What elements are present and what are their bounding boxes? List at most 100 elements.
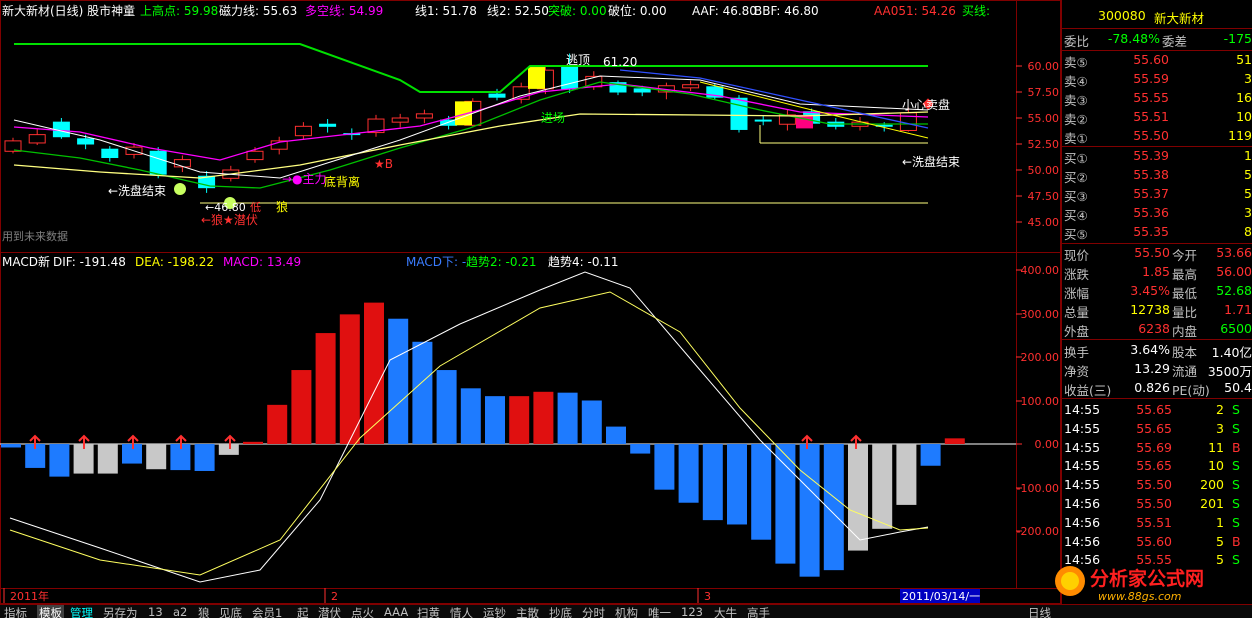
tick-volume: 2 [1216, 402, 1224, 417]
price-axis-label: 45.00 [1028, 216, 1060, 229]
quote-cell: 55.60 [1133, 52, 1169, 67]
bottom-tab[interactable]: 模板 [37, 605, 64, 618]
tick-volume: 201 [1200, 496, 1224, 511]
quote-title: 300080 新大新材 [1062, 7, 1252, 26]
order-ratio-row: 委比 -78.48% 委差 -175 [1062, 30, 1252, 49]
stock-code: 300080 [1098, 8, 1146, 23]
quote-cell: 卖③ [1064, 93, 1088, 108]
macd-bar [339, 314, 360, 444]
price-axis-label: 47.50 [1028, 190, 1060, 203]
quote-cell: 卖⑤ [1064, 55, 1088, 70]
stat-row: 净资 13.29 流通 3500万 [1062, 360, 1252, 379]
macd-bar [727, 444, 747, 525]
bottom-tab[interactable]: 运钞 [483, 605, 506, 618]
bottom-tab[interactable]: 起 [297, 605, 309, 618]
bottom-tab[interactable]: 另存为 [103, 605, 138, 618]
quote-cell: 6238 [1138, 321, 1170, 336]
tick-price: 55.65 [1136, 458, 1172, 474]
macd-value: MACD下: - [406, 255, 466, 269]
quote-cell: 119 [1228, 128, 1252, 143]
quote-cell: 16 [1236, 90, 1252, 105]
indicator-value: BBF: 46.80 [754, 4, 819, 18]
quote-cell: 3.45% [1130, 283, 1170, 298]
time-axis-label: 2011年 [10, 589, 49, 603]
bottom-tab[interactable]: AAA [384, 605, 408, 618]
bottom-tab[interactable]: 扫黄 [417, 605, 440, 618]
macd-bar [678, 444, 699, 503]
quote-cell: 最低 [1172, 286, 1198, 301]
bottom-tab[interactable]: 点火 [351, 605, 374, 618]
candle [173, 155, 191, 173]
candle-body [415, 113, 433, 119]
tick-time: 14:56 [1064, 514, 1101, 530]
quote-cell: 6500 [1220, 321, 1252, 336]
quote-cell: 55.36 [1133, 205, 1169, 220]
quote-cell: 0.826 [1134, 380, 1170, 395]
bottom-tab[interactable]: 抄底 [549, 605, 572, 618]
stat-row: 外盘 6238 内盘 6500 [1062, 320, 1252, 339]
macd-axis-label: 100.00 [1021, 395, 1060, 408]
tick-price: 55.65 [1136, 420, 1172, 436]
bottom-tab[interactable]: a2 [173, 605, 187, 618]
tick-price: 55.60 [1136, 533, 1172, 549]
macd-bar [799, 444, 820, 577]
bottom-tab[interactable]: 潜伏 [318, 605, 341, 618]
bottom-tab[interactable]: 大牛 [714, 605, 737, 618]
quote-cell: 委差 [1162, 34, 1188, 49]
watermark-logo: 分析家公式网 www.88gs.com [1055, 566, 1204, 602]
period-tab[interactable]: 日线 [1028, 605, 1051, 618]
bottom-tab[interactable]: 见底 [219, 605, 242, 618]
macd-bar [97, 444, 118, 474]
quote-cell: 涨幅 [1064, 286, 1090, 301]
annotation-main-force: →●主力 [282, 172, 327, 186]
tick-time: 14:55 [1064, 477, 1101, 493]
macd-bar [944, 438, 965, 444]
bottom-tab[interactable]: 唯一 [648, 605, 671, 618]
candle [391, 113, 409, 128]
ask-row: 卖⑤ 55.60 51 [1062, 51, 1252, 70]
price-axis-label: 52.50 [1028, 138, 1060, 151]
candle-body [77, 138, 95, 145]
quote-cell: 3.64% [1130, 342, 1170, 357]
bottom-tab-bar: 指标 模板 管理 另存为 13 a2 狼见底 会员1 起潜伏 点火 AAA 扫黄 情人 运钞 主散 抄底 分时机… [0, 604, 1252, 618]
candle [682, 80, 700, 91]
macd-bar [920, 444, 941, 466]
bottom-tab[interactable]: 指标 [4, 605, 27, 618]
chart-area[interactable]: 60.00 57.50 55.00 52.50 50.00 47.50 45.00 400.0… [0, 0, 1061, 604]
candle-body [173, 159, 191, 168]
annotation-low: 低 [250, 201, 261, 214]
quote-cell: 1.40亿 [1211, 345, 1252, 360]
indicator-value: AA051: 54.26 [874, 4, 956, 18]
indicator-value: AAF: 46.80 [692, 4, 757, 18]
bid-row: 买③ 55.37 5 [1062, 185, 1252, 204]
bottom-tab[interactable]: 主散 [516, 605, 539, 618]
stat-row: 现价 55.50 今开 53.66 [1062, 244, 1252, 263]
cursor-date: 2011/03/14/一 [902, 590, 980, 603]
bottom-tab[interactable]: 狼 [198, 605, 210, 618]
macd-bar [218, 444, 239, 455]
tick-row: 14:55 55.65 10 S [1062, 457, 1252, 476]
quote-cell: 买④ [1064, 208, 1088, 223]
quote-cell: 买③ [1064, 189, 1088, 204]
indicator-value: 磁力线: 55.63 [219, 3, 297, 18]
candle [294, 122, 312, 140]
candle-body [754, 119, 772, 122]
annotation-warn: 小心卖盘 [902, 97, 950, 112]
highlight-candle [528, 67, 545, 89]
bottom-tab[interactable]: 分时 [582, 605, 605, 618]
tick-side: S [1232, 402, 1240, 417]
bottom-tab[interactable]: 情人 [450, 605, 473, 618]
macd-axis-label: 0.00 [1035, 438, 1060, 451]
quote-cell: 1.71 [1224, 302, 1252, 317]
stat-row: 收益(三) 0.826 PE(动) 50.4 [1062, 379, 1252, 398]
bid-row: 买⑤ 55.35 8 [1062, 223, 1252, 242]
macd-bar [702, 444, 723, 521]
bottom-tab[interactable]: 机构 [615, 605, 638, 618]
bottom-tab[interactable]: 123 [681, 605, 703, 618]
upper-band-line [14, 43, 928, 93]
bottom-tab[interactable]: 13 [148, 605, 163, 618]
bottom-tab[interactable]: 高手 [747, 605, 770, 618]
bottom-tab[interactable]: 会员1 [252, 605, 282, 618]
chart-title: 新大新材(日线) 股市神童 [2, 3, 135, 18]
bottom-tab[interactable]: 管理 [70, 605, 93, 618]
